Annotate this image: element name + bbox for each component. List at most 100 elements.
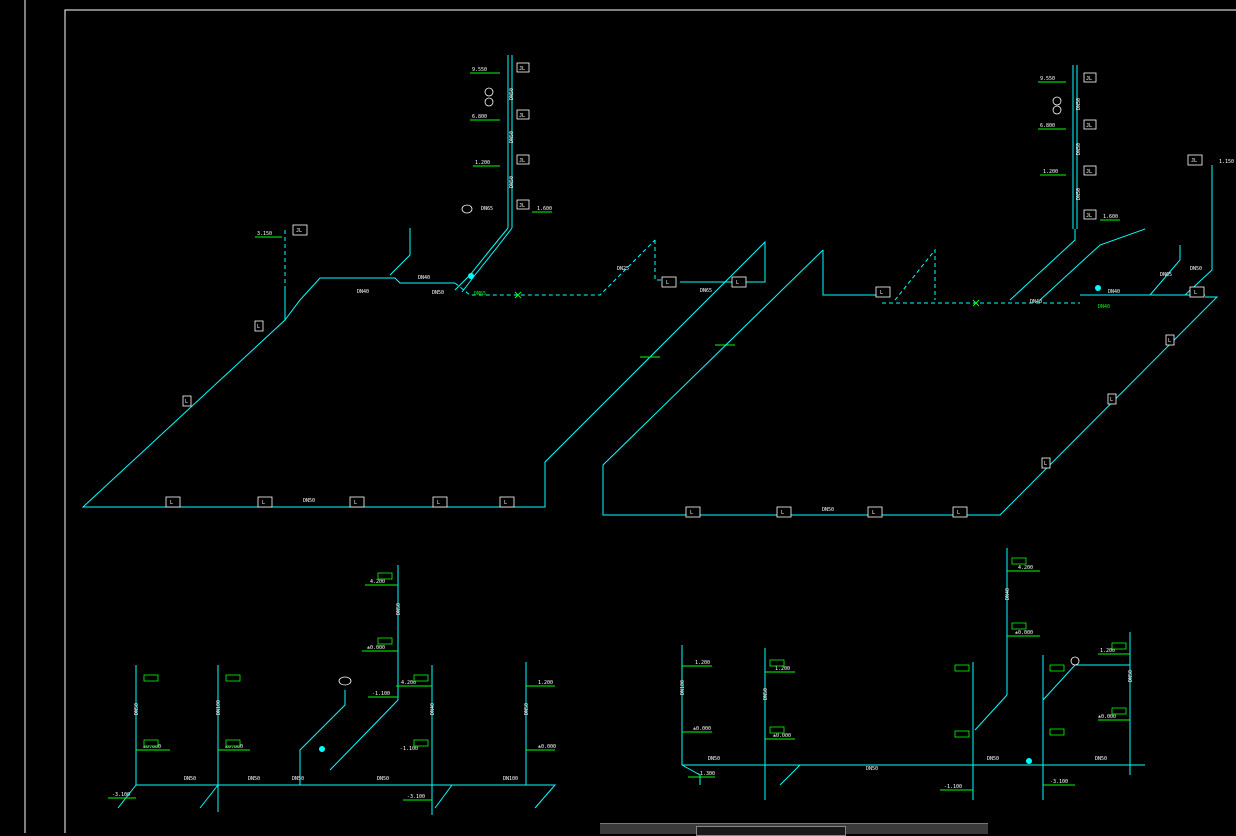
tr-elev-5: 1.150 [1219,159,1234,165]
tr-elev-2: 6.800 [1040,123,1055,129]
tr-tag-5: JL [1191,158,1197,164]
br-elev-3: -1.300 [697,771,715,777]
bl-elev-8: 1.200 [538,680,553,686]
tl-valve-2: L [262,500,265,506]
bl-elev-2: ±0.000 [367,645,385,651]
bl-pipe-label-6: DN50 [134,703,140,715]
tl-tag-2: JL [519,113,525,119]
tl-tag-1: JL [519,66,525,72]
tl-pipe-label-5: DN40 [357,289,369,295]
command-status-bar[interactable] [600,823,988,836]
tl-valve-9: L [736,280,739,286]
tr-valve-4: L [957,510,960,516]
tl-valve-1: L [170,500,173,506]
br-elev-4: 1.200 [775,666,790,672]
tr-valve-8: L [1110,397,1113,403]
br-pipe-label-1: DN50 [708,756,720,762]
bl-pipe-label-8: DN50 [396,603,402,615]
drawing-border [64,9,1236,833]
tr-pipe-label-9: DN40 [1098,304,1110,310]
tl-tag-4: JL [519,203,525,209]
br-elev-11: -3.100 [1050,779,1068,785]
tl-valve-3: L [354,500,357,506]
bl-pipe-label-7: DN100 [216,700,222,715]
bl-elev-11: -1.100 [400,746,418,752]
bl-pipe-label-9: DN40 [430,703,436,715]
tr-valve-6: L [1194,290,1197,296]
br-elev-10: ±0.000 [1098,714,1116,720]
tr-pipe-label-3: DN50 [1076,188,1082,200]
tl-elev-5: 3.150 [257,231,272,237]
tr-tag-3: JL [1086,169,1092,175]
top-right-isometric-system: JL JL JL JL JL 9.550 6.800 1.200 1.600 1… [602,65,1234,518]
bl-pipe-label-1: DN50 [184,776,196,782]
tr-pipe-label-1: DN50 [1076,98,1082,110]
tl-pipe-label-10: DN25 [617,266,629,272]
tr-elev-1: 9.550 [1040,76,1055,82]
bl-pipe-label-5: DN100 [503,776,518,782]
tl-pipe-label-7: DN65 [700,288,712,294]
tr-pipe-label-8: DN50 [1190,266,1202,272]
br-pipe-label-7: DN40 [1005,588,1011,600]
tr-tag-4: JL [1086,213,1092,219]
bl-pipe-label-3: DN50 [292,776,304,782]
tr-valve-2: L [781,510,784,516]
tl-valve-8: L [666,280,669,286]
bl-elev-5: -3.100 [407,794,425,800]
bl-pipe-label-10: DN50 [524,703,530,715]
tl-pipe-label-8: DN65 [481,206,493,212]
br-elev-5: ±0.000 [773,733,791,739]
bl-elev-1: 4.200 [370,579,385,585]
tl-pipe-label-2: DN50 [509,131,515,143]
tr-elev-4: 1.600 [1103,214,1118,220]
tl-pipe-label-6: DN50 [303,498,315,504]
tr-pipe-label-6: DN50 [822,507,834,513]
br-elev-8: ±0.000 [1015,630,1033,636]
tr-elev-3: 1.200 [1043,169,1058,175]
tr-valve-5: L [880,290,883,296]
tl-elev-2: 6.800 [472,114,487,120]
bl-elev-4: -3.100 [112,792,130,798]
tl-elev-3: 1.200 [475,160,490,166]
tl-pipe-label-4: DN40 [418,275,430,281]
tr-tag-2: JL [1086,123,1092,129]
top-left-isometric-system: JL JL JL JL JL 9.550 6.800 1.200 1.600 3… [81,55,766,508]
br-pipe-label-5: DN100 [680,680,686,695]
tr-pipe-label-2: DN50 [1076,143,1082,155]
tr-pipe-label-4: DN40 [1030,299,1042,305]
tl-valve-7: L [257,324,260,330]
tl-elev-4: 1.600 [537,206,552,212]
tr-tag-1: JL [1086,76,1092,82]
tr-valve-9: L [1044,461,1047,467]
tr-main-loop [822,250,880,296]
tl-tag-3: JL [519,158,525,164]
br-pipe-label-2: DN50 [866,766,878,772]
br-pipe-label-4: DN50 [1095,756,1107,762]
br-pipe-label-8: DN50 [1128,670,1134,682]
tl-valve-6: L [185,399,188,405]
bl-elev-3: -1.100 [372,691,390,697]
bottom-right-isometric-system: 1.200 ±0.000 -1.300 1.200 ±0.000 -1.100 … [680,548,1145,800]
br-elev-7: 4.200 [1018,565,1033,571]
br-elev-6: -1.100 [944,784,962,790]
tr-valve-7: L [1168,338,1171,344]
command-input-field[interactable] [696,826,846,836]
tl-pipe-label-9: DN50 [432,290,444,296]
br-pipe-label-6: DN50 [763,688,769,700]
bl-pipe-label-2: DN50 [248,776,260,782]
br-pipe-label-3: DN50 [987,756,999,762]
tr-pipe-label-5: DN40 [1108,289,1120,295]
tl-valve-5: L [504,500,507,506]
tl-pipe-label-3: DN50 [509,176,515,188]
br-elev-1: 1.200 [695,660,710,666]
cad-drawing-canvas[interactable]: JL JL JL JL JL 9.550 6.800 1.200 1.600 3… [0,0,1236,833]
tr-valve-1: L [690,510,693,516]
bottom-left-isometric-system: 4.200 ±0.000 -1.100 -3.100 -3.100 ±0.000… [108,565,557,815]
tl-tag-5: JL [296,228,302,234]
tr-valve-3: L [872,510,875,516]
tl-valve-4: L [437,500,440,506]
tr-pipe-label-7: DN65 [1160,272,1172,278]
bl-elev-10: ±0.000 [538,744,556,750]
tl-pipe-label-1: DN50 [509,88,515,100]
br-elev-2: ±0.000 [693,726,711,732]
